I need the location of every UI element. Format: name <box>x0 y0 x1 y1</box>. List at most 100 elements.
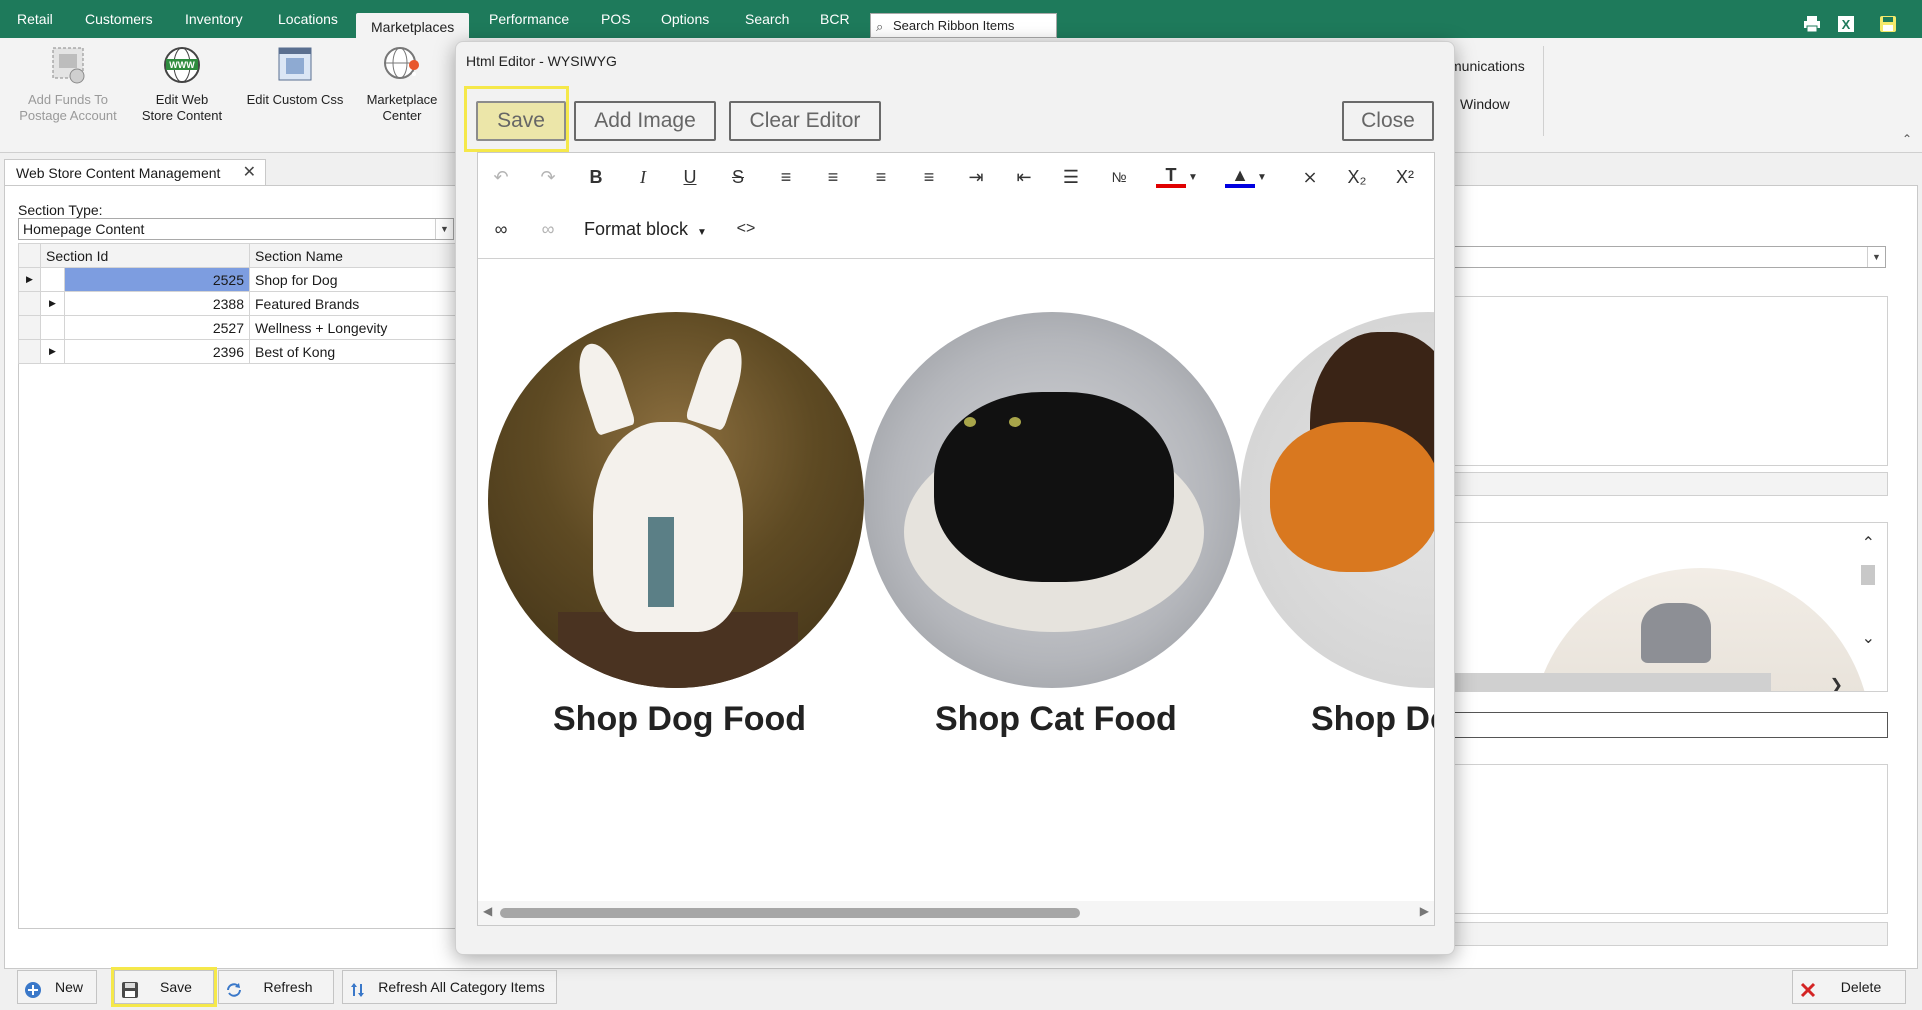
align-justify-icon[interactable]: ≡ <box>914 162 944 192</box>
clear-format-icon[interactable]: ⨯ <box>1295 162 1325 192</box>
refresh-all-category-items-button[interactable]: Refresh All Category Items <box>342 970 557 1004</box>
wysiwyg-editor: ↶ ↷ B I U S ≡ ≡ ≡ ≡ ⇥ ⇤ ☰ № T ▼ ▲ ▼ ⨯ X₂… <box>477 152 1435 926</box>
save-button[interactable]: Save <box>111 967 217 1007</box>
right-field-3[interactable] <box>1440 922 1888 946</box>
ribbon-group-divider <box>1543 46 1544 136</box>
close-button[interactable]: Close <box>1342 101 1434 141</box>
align-right-icon[interactable]: ≡ <box>866 162 896 192</box>
align-center-icon[interactable]: ≡ <box>818 162 848 192</box>
save-button-label: Save <box>160 979 192 995</box>
expand-row-icon[interactable]: ▶ <box>40 291 65 316</box>
svg-text:X: X <box>1842 17 1851 32</box>
new-button[interactable]: New <box>17 970 97 1004</box>
indent-icon[interactable]: ⇥ <box>961 162 991 192</box>
format-block-select[interactable]: Format block ▼ <box>584 219 707 240</box>
underline-icon[interactable]: U <box>675 162 705 192</box>
link-icon[interactable]: ∞ <box>486 214 516 244</box>
tab-performance[interactable]: Performance <box>474 0 584 38</box>
row-expander-empty <box>40 267 65 292</box>
communications-button-partial[interactable]: munications <box>1450 58 1525 74</box>
section-id-cell[interactable]: 2396 <box>64 339 250 364</box>
scrollbar-thumb[interactable] <box>500 908 1080 918</box>
section-name-cell[interactable]: Best of Kong <box>249 339 458 364</box>
refresh-button[interactable]: Refresh <box>218 970 334 1004</box>
section-type-select[interactable]: Homepage Content ▼ <box>18 218 454 240</box>
doc-tab-web-store-content[interactable]: Web Store Content Management ✕ <box>4 159 266 186</box>
undo-icon[interactable]: ↶ <box>486 162 516 192</box>
cat-eye-left <box>964 417 976 427</box>
tab-retail[interactable]: Retail <box>2 0 68 38</box>
doc-tab-label: Web Store Content Management <box>16 165 221 181</box>
chevron-down-icon[interactable]: ▼ <box>1867 247 1885 267</box>
unlink-icon[interactable]: ∞ <box>533 214 563 244</box>
right-select[interactable]: ▼ <box>1440 246 1886 268</box>
italic-icon[interactable]: I <box>628 162 658 192</box>
section-name-cell[interactable]: Wellness + Longevity <box>249 315 458 340</box>
ribbon-search-input[interactable]: ⌕ Search Ribbon Items <box>870 13 1057 38</box>
outdent-icon[interactable]: ⇤ <box>1009 162 1039 192</box>
postage-icon <box>47 44 89 86</box>
tab-options[interactable]: Options <box>646 0 724 38</box>
chevron-down-icon[interactable]: ▼ <box>1178 163 1208 193</box>
column-header-section-id[interactable]: Section Id <box>40 243 250 268</box>
bold-icon[interactable]: B <box>581 162 611 192</box>
column-header-section-name[interactable]: Section Name <box>249 243 458 268</box>
tab-pos[interactable]: POS <box>586 0 646 38</box>
excel-icon[interactable]: X <box>1836 15 1856 35</box>
tab-search[interactable]: Search <box>730 0 804 38</box>
table-row[interactable]: 2527 Wellness + Longevity <box>18 315 458 340</box>
strikethrough-icon[interactable]: S <box>723 162 753 192</box>
table-row[interactable]: ▶ 2396 Best of Kong <box>18 339 458 364</box>
table-row[interactable]: ▶ 2525 Shop for Dog <box>18 267 458 292</box>
subscript-icon[interactable]: X₂ <box>1342 162 1372 192</box>
chevron-down-icon: ▼ <box>697 227 707 238</box>
align-left-icon[interactable]: ≡ <box>771 162 801 192</box>
collapse-ribbon-icon[interactable]: ⌃ <box>1902 132 1912 146</box>
search-icon: ⌕ <box>876 19 884 34</box>
clear-editor-button[interactable]: Clear Editor <box>729 101 881 141</box>
editor-content-area[interactable]: Shop Dog Food Shop Cat Food Shop Do <box>478 260 1434 900</box>
expand-row-icon[interactable]: ▶ <box>40 339 65 364</box>
tab-bcr[interactable]: BCR <box>805 0 865 38</box>
add-image-button[interactable]: Add Image <box>574 101 716 141</box>
edit-web-store-content-button[interactable]: WWW Edit Web Store Content <box>132 44 232 124</box>
print-icon[interactable] <box>1802 15 1822 35</box>
chevron-down-icon[interactable]: ▼ <box>435 219 453 239</box>
html-editor-dialog: Html Editor - WYSIWYG Save Add Image Cle… <box>455 41 1455 955</box>
editor-horizontal-scrollbar[interactable]: ◀ ▶ <box>478 901 1434 925</box>
sections-grid: Section Id Section Name ▶ 2525 Shop for … <box>18 243 458 364</box>
tab-inventory[interactable]: Inventory <box>170 0 258 38</box>
table-row[interactable]: ▶ 2388 Featured Brands <box>18 291 458 316</box>
tab-locations[interactable]: Locations <box>263 0 353 38</box>
section-name-cell[interactable]: Featured Brands <box>249 291 458 316</box>
preview-vscroll-thumb[interactable] <box>1861 565 1875 585</box>
right-field[interactable] <box>1440 472 1888 496</box>
bullet-list-icon[interactable]: ☰ <box>1056 162 1086 192</box>
tab-customers[interactable]: Customers <box>70 0 168 38</box>
chevron-up-icon[interactable]: ⌃ <box>1862 533 1875 553</box>
preview-hscrollbar[interactable] <box>1441 673 1771 691</box>
marketplace-center-button[interactable]: Marketplace Center <box>356 44 448 124</box>
chevron-down-icon[interactable]: ⌄ <box>1862 628 1875 648</box>
format-block-label: Format block <box>584 219 689 239</box>
scroll-left-icon[interactable]: ◀ <box>483 904 492 918</box>
scroll-right-icon[interactable]: ▶ <box>1420 904 1429 918</box>
redo-icon[interactable]: ↷ <box>533 162 563 192</box>
chevron-down-icon[interactable]: ▼ <box>1247 163 1277 193</box>
tab-marketplaces[interactable]: Marketplaces <box>356 13 470 38</box>
section-id-cell[interactable]: 2388 <box>64 291 250 316</box>
section-id-cell[interactable]: 2527 <box>64 315 250 340</box>
superscript-icon[interactable]: X² <box>1390 162 1420 192</box>
section-name-cell[interactable]: Shop for Dog <box>249 267 458 292</box>
section-id-cell[interactable]: 2525 <box>64 267 250 292</box>
window-button-partial[interactable]: Window <box>1460 96 1510 112</box>
save-disk-icon[interactable] <box>1878 15 1898 35</box>
close-tab-icon[interactable]: ✕ <box>243 160 256 186</box>
delete-button[interactable]: Delete <box>1792 970 1906 1004</box>
chevron-right-icon[interactable]: ❯ <box>1830 675 1843 691</box>
right-field-2[interactable] <box>1440 712 1888 738</box>
edit-custom-css-button[interactable]: Edit Custom Css <box>240 44 350 108</box>
numbered-list-icon[interactable]: № <box>1104 162 1134 192</box>
code-view-icon[interactable]: <> <box>731 214 761 244</box>
add-funds-button[interactable]: Add Funds To Postage Account <box>8 44 128 124</box>
